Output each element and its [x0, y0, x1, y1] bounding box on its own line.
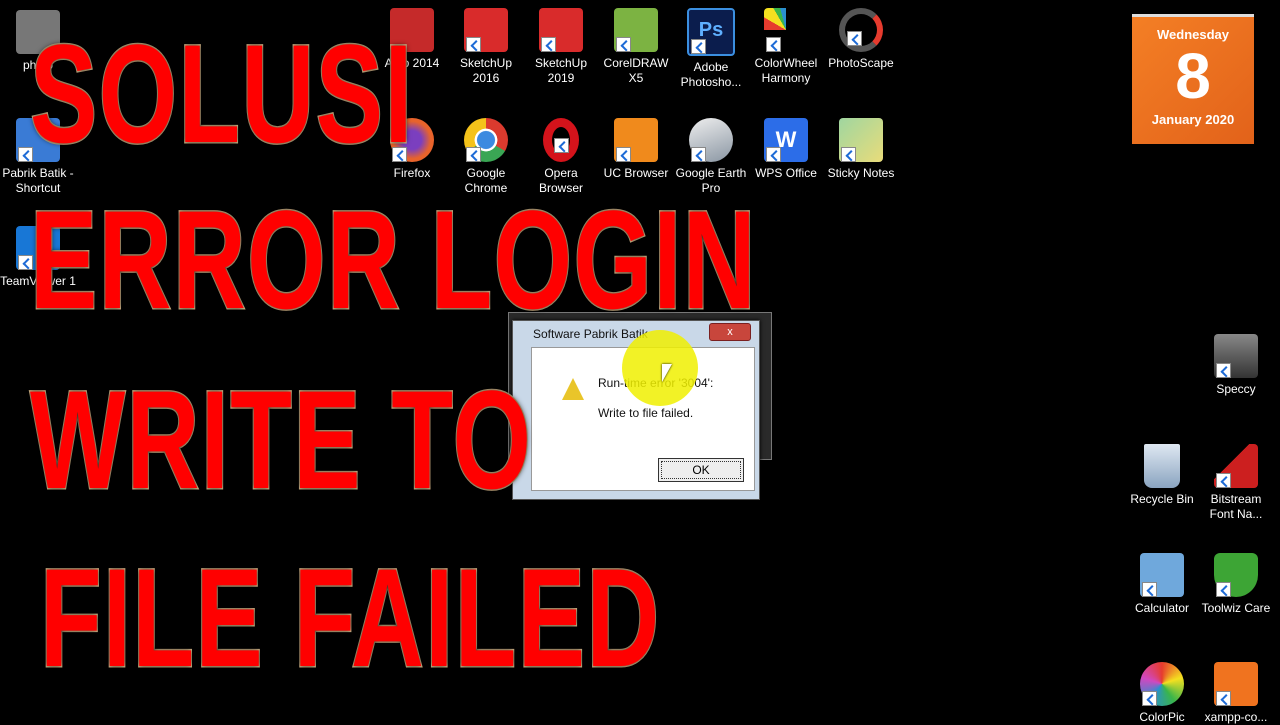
shortcut-arrow-icon	[541, 37, 556, 52]
calendar-month-year: January 2020	[1151, 112, 1235, 127]
opera-icon	[543, 118, 579, 162]
overlay-text-line1: SOLUSI	[29, 15, 414, 172]
desktop-icon-colorwheel[interactable]: ColorWheel Harmony	[748, 8, 824, 86]
shortcut-arrow-icon	[1142, 582, 1157, 597]
toolwiz-icon	[1214, 553, 1258, 597]
sketchup-icon	[464, 8, 508, 52]
sticky-notes-icon	[839, 118, 883, 162]
desktop-icon-photoscape[interactable]: PhotoScape	[823, 8, 899, 71]
desktop-icon-sketchup-2016[interactable]: SketchUp 2016	[448, 8, 524, 86]
shortcut-arrow-icon	[766, 37, 781, 52]
shortcut-arrow-icon	[766, 147, 781, 162]
google-earth-icon	[689, 118, 733, 162]
shortcut-arrow-icon	[1216, 691, 1231, 706]
overlay-text-line3: WRITE TO	[29, 361, 533, 518]
cursor-highlight	[622, 330, 698, 406]
shortcut-arrow-icon	[1142, 691, 1157, 706]
recycle-bin-icon	[1144, 444, 1180, 488]
desktop-icon-calculator[interactable]: Calculator	[1124, 553, 1200, 616]
sketchup-icon	[539, 8, 583, 52]
calendar-gadget[interactable]: Wednesday 8 January 2020	[1132, 14, 1254, 144]
speccy-icon	[1214, 334, 1258, 378]
desktop-icon-wps-office[interactable]: W WPS Office	[748, 118, 824, 181]
desktop-icon-sticky-notes[interactable]: Sticky Notes	[823, 118, 899, 181]
calendar-day: 8	[1175, 40, 1211, 112]
shortcut-arrow-icon	[466, 147, 481, 162]
xampp-icon	[1214, 662, 1258, 706]
bitstream-icon	[1214, 444, 1258, 488]
shortcut-arrow-icon	[616, 147, 631, 162]
warning-icon	[562, 378, 584, 400]
desktop-icon-toolwiz[interactable]: Toolwiz Care	[1198, 553, 1274, 616]
desktop-icon-colorpic[interactable]: ColorPic	[1124, 662, 1200, 725]
desktop-icon-photoshop[interactable]: Ps Adobe Photosho...	[673, 8, 749, 90]
desktop-icon-sketchup-2019[interactable]: SketchUp 2019	[523, 8, 599, 86]
photoshop-icon: Ps	[687, 8, 735, 56]
desktop-icon-recycle-bin[interactable]: Recycle Bin	[1124, 444, 1200, 507]
error-message-line2: Write to file failed.	[598, 406, 694, 420]
photoscape-icon	[839, 8, 883, 52]
calculator-icon	[1140, 553, 1184, 597]
shortcut-arrow-icon	[847, 31, 862, 46]
chrome-icon	[464, 118, 508, 162]
shortcut-arrow-icon	[841, 147, 856, 162]
shortcut-arrow-icon	[616, 37, 631, 52]
desktop-icon-xampp[interactable]: xampp-co...	[1198, 662, 1274, 725]
shortcut-arrow-icon	[1216, 473, 1231, 488]
coreldraw-icon	[614, 8, 658, 52]
colorwheel-icon	[764, 8, 808, 52]
desktop-icon-speccy[interactable]: Speccy	[1198, 334, 1274, 397]
shortcut-arrow-icon	[1216, 582, 1231, 597]
wps-office-icon: W	[764, 118, 808, 162]
shortcut-arrow-icon	[691, 39, 706, 54]
shortcut-arrow-icon	[554, 138, 569, 153]
shortcut-arrow-icon	[691, 147, 706, 162]
ok-button[interactable]: OK	[658, 458, 744, 482]
shortcut-arrow-icon	[466, 37, 481, 52]
overlay-text-line4: FILE FAILED	[39, 539, 661, 696]
shortcut-arrow-icon	[1216, 363, 1231, 378]
overlay-text-line2: ERROR LOGIN	[29, 181, 758, 338]
colorpic-icon	[1140, 662, 1184, 706]
desktop-icon-bitstream[interactable]: Bitstream Font Na...	[1198, 444, 1274, 522]
desktop-icon-uc-browser[interactable]: UC Browser	[598, 118, 674, 181]
uc-browser-icon	[614, 118, 658, 162]
desktop-icon-coreldraw[interactable]: CorelDRAW X5	[598, 8, 674, 86]
mouse-cursor-icon	[662, 364, 672, 382]
